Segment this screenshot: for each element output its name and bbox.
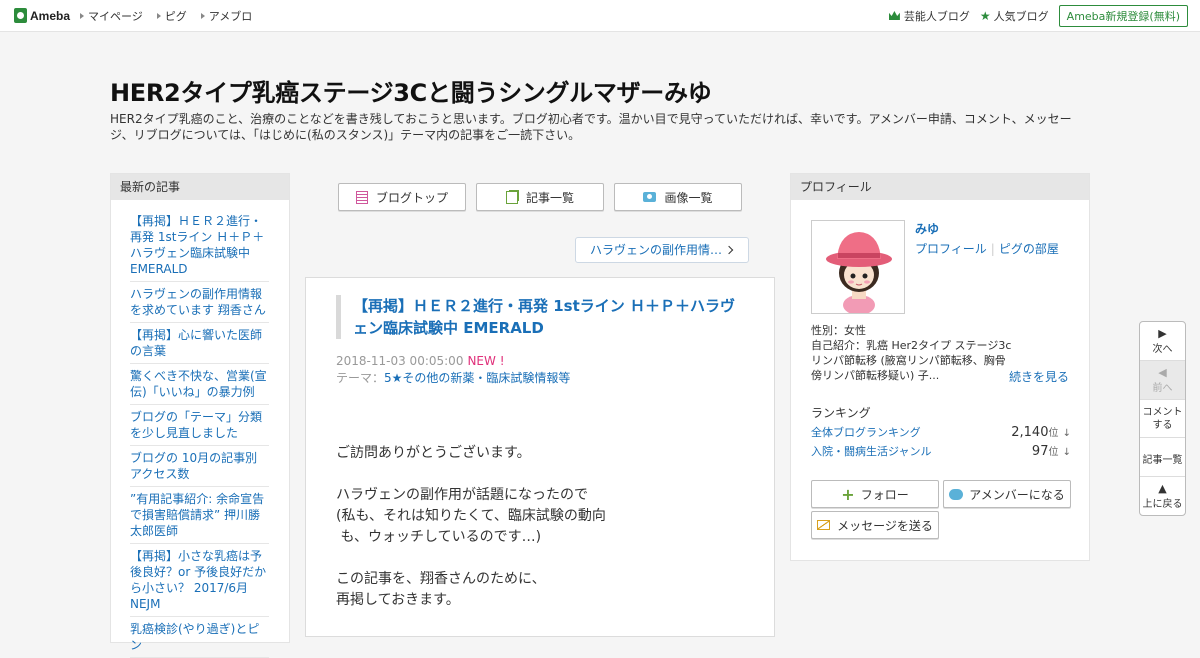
profile-links: プロフィール | ピグの部屋: [915, 242, 1059, 256]
body-line: ご訪問ありがとうございます。: [336, 445, 531, 461]
amember-button[interactable]: アメンバーになる: [943, 480, 1071, 508]
latest-article-link[interactable]: 乳癌検診(やり過ぎ)とピン: [130, 622, 259, 652]
list-item: 乳癌検診(やり過ぎ)とピン: [130, 617, 269, 658]
comment-button[interactable]: コメントする: [1140, 400, 1185, 438]
image-list-button[interactable]: 画像一覧: [614, 183, 742, 211]
ranking-value: 97位 ↓: [1031, 444, 1071, 459]
article-list-float-button[interactable]: 記事一覧: [1140, 438, 1185, 477]
article-list-button[interactable]: 記事一覧: [476, 183, 604, 211]
ameba-logo-icon: [14, 8, 27, 23]
top-right-links: 芸能人ブログ ★ 人気ブログ Ameba新規登録(無料): [888, 4, 1188, 27]
camera-icon: [643, 192, 657, 202]
profile-intro: 自己紹介：乳癌 Her2タイプ ステージ3c リンパ節転移 (腋窩リンパ節転移、…: [811, 339, 1012, 382]
article-body: ご訪問ありがとうございます。 ハラヴェンの副作用が話題になったので (私も、それ…: [336, 443, 746, 611]
next-article-button[interactable]: ▶ 次へ: [1140, 322, 1185, 361]
list-item: ハラヴェンの副作用情報を求めています 翔香さん: [130, 282, 269, 323]
chevron-right-icon: [724, 245, 734, 255]
article: 【再掲】ＨＥＲ２進行・再発 1stライン Ｈ＋Ｐ＋ハラヴェン臨床試験中 EMER…: [305, 277, 775, 637]
blog-top-button[interactable]: ブログトップ: [338, 183, 466, 211]
celebrity-blog-link[interactable]: 芸能人ブログ: [888, 8, 970, 24]
top-nav: マイページ ピグ アメブロ: [80, 8, 266, 24]
blog-description: HER2タイプ乳癌のこと、治療のことなどを書き残しておこうと思います。ブログ初心…: [110, 112, 1072, 142]
back-icon: ◀: [1158, 366, 1167, 379]
body-line: ハラヴェンの副作用が話題になったので: [336, 487, 588, 503]
ranking-row: 全体ブログランキング 2,140位 ↓: [811, 424, 1071, 440]
profile-name[interactable]: みゆ: [915, 220, 939, 237]
ranking-value: 2,140位 ↓: [1011, 425, 1071, 440]
latest-articles-heading: 最新の記事: [111, 174, 289, 200]
latest-article-link[interactable]: 【再掲】小さな乳癌は予後良好？or 予後良好だから小さい？ 2017/6月 NE…: [130, 549, 266, 611]
signup-button[interactable]: Ameba新規登録(無料): [1058, 4, 1188, 27]
nav-ameblo[interactable]: アメブロ: [200, 8, 252, 24]
latest-articles-sidebar: 最新の記事 【再掲】ＨＥＲ２進行・再発 1stライン Ｈ＋Ｐ＋ハラヴェン臨床試験…: [110, 173, 290, 658]
list-item: ブログの「テーマ」分類を少し見直しました: [130, 405, 269, 446]
document-icon: [355, 190, 368, 204]
floating-nav: ▶ 次へ ◀ 前へ コメントする 記事一覧 ▲ 上に戻る: [1139, 321, 1186, 516]
pig-room-link[interactable]: ピグの部屋: [999, 242, 1059, 256]
triangle-icon: [156, 12, 161, 19]
list-item: ブログの 10月の記事別 アクセス数: [130, 446, 269, 487]
ranking-heading: ランキング: [811, 406, 871, 420]
latest-article-link[interactable]: 【再掲】心に響いた医師の言葉: [130, 328, 262, 358]
prev-article-button[interactable]: ◀ 前へ: [1140, 361, 1185, 400]
blog-nav-buttons: ブログトップ 記事一覧 画像一覧: [338, 183, 752, 211]
latest-article-link[interactable]: 驚くべき不快な、営業(宣伝)「いいね」の暴力例: [130, 369, 267, 399]
theme-label: テーマ：: [336, 371, 385, 385]
up-arrow-icon: ▲: [1158, 482, 1167, 495]
list-item: 【再掲】ＨＥＲ２進行・再発 1stライン Ｈ＋Ｐ＋ハラヴェン臨床試験中 EMER…: [130, 209, 269, 282]
global-header: Ameba マイページ ピグ アメブロ 芸能人ブログ ★ 人気ブログ Ameba新…: [0, 0, 1200, 32]
profile-link[interactable]: プロフィール: [915, 242, 987, 256]
mail-icon: [817, 520, 831, 530]
triangle-icon: [200, 12, 205, 19]
list-item: ”有用記事紹介: 余命宣告で損害賠償請求” 押川勝太郎医師: [130, 487, 269, 544]
article-meta: 2018-11-03 00:05:00 NEW ! テーマ：5★その他の新薬・臨床…: [336, 353, 570, 387]
body-line: も、ウォッチしているのです…): [336, 529, 542, 545]
ranking-overall-link[interactable]: 全体ブログランキング: [811, 424, 921, 440]
ranking-row: 入院・闘病生活ジャンル 97位 ↓: [811, 443, 1071, 459]
body-line: (私も、それは知りたくて、臨床試験の動向: [336, 508, 606, 524]
down-arrow-icon: ↓: [1062, 428, 1071, 439]
read-more-link[interactable]: 続きを見る: [1009, 368, 1069, 385]
nav-pig[interactable]: ピグ: [156, 8, 187, 24]
blog-title[interactable]: HER2タイプ乳癌ステージ3Cと闘うシングルマザーみゆ: [110, 73, 1090, 108]
profile-sidebar: プロフィール みゆ プロフィール | ピグの部屋 性別：女性 自己紹介：乳癌 H…: [790, 173, 1090, 561]
list-item: 驚くべき不快な、営業(宣伝)「いいね」の暴力例: [130, 364, 269, 405]
theme-link[interactable]: 5★その他の新薬・臨床試験情報等: [384, 371, 570, 385]
article-date: 2018-11-03 00:05:00: [336, 354, 464, 368]
latest-article-link[interactable]: 【再掲】ＨＥＲ２進行・再発 1stライン Ｈ＋Ｐ＋ハラヴェン臨床試験中 EMER…: [130, 214, 264, 276]
send-message-button[interactable]: メッセージを送る: [811, 511, 939, 539]
avatar-illustration: [812, 221, 904, 313]
latest-article-link[interactable]: ハラヴェンの副作用情報を求めています 翔香さん: [130, 287, 266, 317]
body-line: この記事を、翔香さんのために、: [336, 571, 546, 587]
copy-icon: [505, 190, 518, 204]
ameba-logo[interactable]: Ameba: [14, 8, 70, 23]
follow-button[interactable]: + フォロー: [811, 480, 939, 508]
nav-mypage[interactable]: マイページ: [80, 8, 143, 24]
down-arrow-icon: ↓: [1062, 447, 1071, 458]
logo-text: Ameba: [30, 8, 71, 23]
latest-article-link[interactable]: ブログの 10月の記事別 アクセス数: [130, 451, 257, 481]
body-line: 再掲しておきます。: [336, 592, 460, 608]
profile-gender: 性別：女性: [811, 324, 866, 337]
crown-icon: [888, 11, 900, 20]
profile-card: みゆ プロフィール | ピグの部屋 性別：女性 自己紹介：乳癌 Her2タイプ ステ…: [801, 210, 1079, 552]
list-item: 【再掲】心に響いた医師の言葉: [130, 323, 269, 364]
article-title[interactable]: 【再掲】ＨＥＲ２進行・再発 1stライン Ｈ＋Ｐ＋ハラヴェン臨床試験中 EMER…: [336, 295, 746, 339]
latest-article-link[interactable]: ブログの「テーマ」分類を少し見直しました: [130, 410, 262, 440]
new-badge: NEW !: [467, 354, 505, 368]
speech-bubble-icon: [949, 488, 964, 500]
profile-heading: プロフィール: [791, 174, 1089, 200]
avatar[interactable]: [811, 220, 905, 314]
triangle-icon: [80, 12, 85, 19]
previous-article-link[interactable]: ハラヴェンの副作用情…: [575, 237, 749, 263]
star-icon: ★: [979, 8, 991, 23]
play-icon: ▶: [1158, 327, 1167, 340]
list-item: 【再掲】小さな乳癌は予後良好？or 予後良好だから小さい？ 2017/6月 NE…: [130, 544, 269, 617]
popular-blog-link[interactable]: ★ 人気ブログ: [980, 8, 1049, 24]
plus-icon: +: [841, 484, 855, 504]
ranking-genre-link[interactable]: 入院・闘病生活ジャンル: [811, 443, 931, 459]
latest-article-link[interactable]: ”有用記事紹介: 余命宣告で損害賠償請求” 押川勝太郎医師: [130, 492, 264, 538]
back-to-top-button[interactable]: ▲ 上に戻る: [1140, 477, 1185, 515]
latest-articles-list: 【再掲】ＨＥＲ２進行・再発 1stライン Ｈ＋Ｐ＋ハラヴェン臨床試験中 EMER…: [111, 200, 289, 658]
